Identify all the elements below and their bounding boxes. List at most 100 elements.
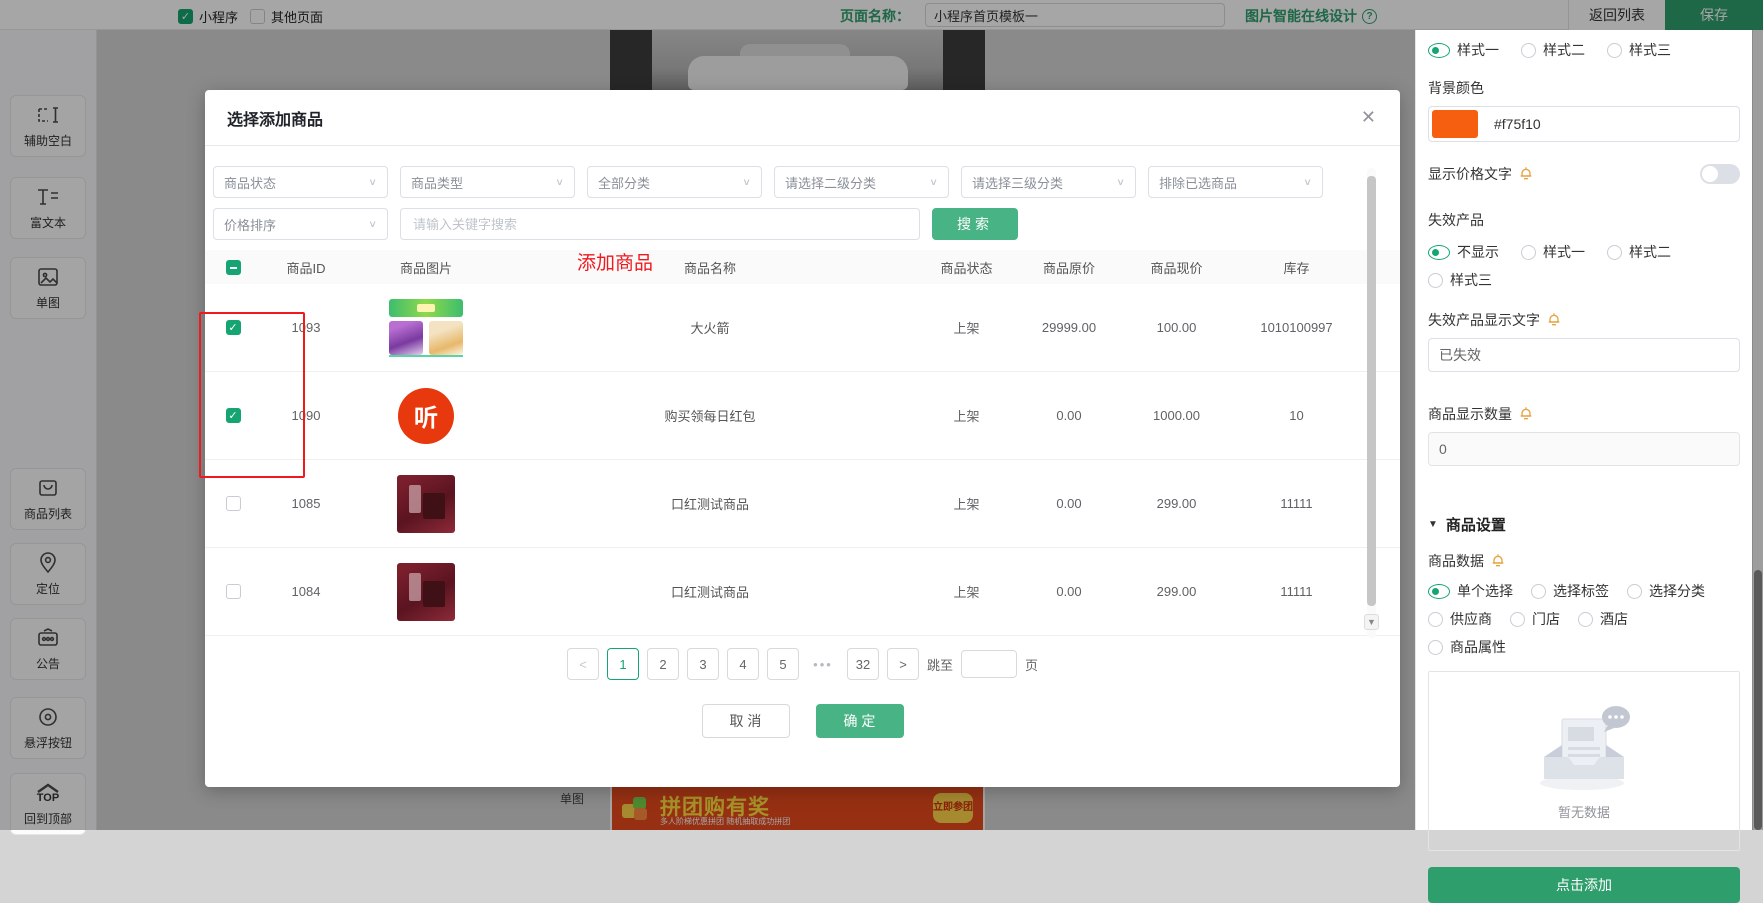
invalid-text-input[interactable]	[1428, 338, 1740, 372]
product-settings-section[interactable]: ▼ 商品设置	[1428, 514, 1740, 535]
column-header: 库存	[1229, 258, 1364, 277]
exclude-selected-select[interactable]: 排除已选商品∨	[1148, 166, 1323, 198]
jump-label: 跳至	[927, 655, 953, 674]
bg-color-picker[interactable]: #f75f10	[1428, 106, 1740, 142]
cancel-button[interactable]: 取 消	[702, 704, 790, 738]
third-category-select[interactable]: 请选择三级分类∨	[961, 166, 1136, 198]
radio-single-select[interactable]: 单个选择	[1428, 581, 1513, 601]
alarm-icon	[1518, 166, 1534, 182]
radio-product-attr[interactable]: 商品属性	[1428, 637, 1506, 657]
lipstick-image	[397, 475, 455, 533]
scroll-down-arrow-icon[interactable]: ▼	[1364, 614, 1379, 630]
radio-store[interactable]: 门店	[1510, 609, 1560, 629]
select-all-checkbox[interactable]	[226, 260, 241, 275]
radio-invalid-style-2[interactable]: 样式二	[1607, 242, 1671, 262]
page-button-3[interactable]: 3	[687, 648, 719, 680]
close-icon[interactable]: ✕	[1361, 107, 1376, 128]
status-text: 上架	[919, 582, 1014, 601]
chevron-down-icon: ∨	[742, 176, 751, 187]
column-header: 商品ID	[261, 258, 351, 277]
category-select[interactable]: 全部分类∨	[587, 166, 762, 198]
column-header: 商品原价	[1014, 258, 1124, 277]
radio-style-2[interactable]: 样式二	[1521, 40, 1585, 60]
alarm-icon	[1518, 406, 1534, 422]
table-scrollbar[interactable]: ▼	[1367, 168, 1376, 638]
product-data-label: 商品数据	[1428, 551, 1740, 571]
page-button-5[interactable]: 5	[767, 648, 799, 680]
product-status-select[interactable]: 商品状态∨	[213, 166, 388, 198]
chevron-down-icon: ∨	[368, 176, 377, 187]
radio-select-tag[interactable]: 选择标签	[1531, 581, 1609, 601]
price-text-label: 显示价格文字	[1428, 164, 1534, 184]
row-checkbox[interactable]	[226, 496, 241, 511]
page-button-4[interactable]: 4	[727, 648, 759, 680]
quantity-input[interactable]	[1428, 432, 1740, 466]
quantity-label: 商品显示数量	[1428, 404, 1740, 424]
confirm-button[interactable]: 确 定	[816, 704, 904, 738]
radio-style-1[interactable]: 样式一	[1428, 40, 1499, 60]
table-body: ✓ 1093 大火箭 上架 29999.00 100.00 1010100997…	[205, 284, 1400, 636]
modal-footer: 取 消 确 定	[205, 704, 1400, 738]
collapse-triangle-icon[interactable]: ▼	[1428, 519, 1438, 530]
bg-color-label: 背景颜色	[1428, 78, 1740, 98]
filter-bar: 商品状态∨ 商品类型∨ 全部分类∨ 请选择二级分类∨ 请选择三级分类∨ 排除已选…	[205, 146, 1400, 240]
style-radio-group: 样式一 样式二 样式三	[1428, 40, 1740, 60]
color-value: #f75f10	[1494, 116, 1541, 132]
radio-invalid-style-1[interactable]: 样式一	[1521, 242, 1585, 262]
column-header: 商品现价	[1124, 258, 1229, 277]
jump-suffix: 页	[1025, 655, 1038, 674]
product-type-select[interactable]: 商品类型∨	[400, 166, 575, 198]
settings-panel: 样式一 样式二 样式三 背景颜色 #f75f10 显示价格文字 失效产品 不显示…	[1415, 30, 1752, 830]
chevron-down-icon: ∨	[555, 176, 564, 187]
page-button-1[interactable]: 1	[607, 648, 639, 680]
table-header: 商品ID 商品图片 商品名称 商品状态 商品原价 商品现价 库存	[205, 250, 1400, 284]
alarm-icon	[1490, 553, 1506, 569]
jump-page-input[interactable]	[961, 650, 1017, 678]
row-checkbox[interactable]	[226, 584, 241, 599]
add-product-annotation: 添加商品	[577, 248, 653, 275]
table-row[interactable]: ✓ 1093 大火箭 上架 29999.00 100.00 1010100997	[205, 284, 1400, 372]
page-button-32[interactable]: 32	[847, 648, 879, 680]
annotation-rectangle	[199, 312, 305, 478]
empty-inbox-icon	[1524, 701, 1644, 798]
product-data-radio-row3: 商品属性	[1428, 637, 1740, 657]
next-page-button[interactable]: >	[887, 648, 919, 680]
sub-category-select[interactable]: 请选择二级分类∨	[774, 166, 949, 198]
radio-hotel[interactable]: 酒店	[1578, 609, 1628, 629]
combo-products-image	[389, 299, 463, 357]
price-text-toggle[interactable]	[1700, 164, 1740, 184]
radio-style-3[interactable]: 样式三	[1607, 40, 1671, 60]
status-text: 上架	[919, 494, 1014, 513]
column-header: 商品名称	[501, 258, 919, 277]
alarm-icon	[1546, 312, 1562, 328]
table-row[interactable]: 1084 口红测试商品 上架 0.00 299.00 11111	[205, 548, 1400, 636]
product-table: 商品ID 商品图片 商品名称 商品状态 商品原价 商品现价 库存 ✓ 1093 …	[205, 250, 1400, 636]
chevron-down-icon: ∨	[1303, 176, 1312, 187]
radio-select-category[interactable]: 选择分类	[1627, 581, 1705, 601]
invalid-radio-group-row2: 样式三	[1428, 270, 1740, 290]
price-sort-select[interactable]: 价格排序∨	[213, 208, 388, 240]
radio-invalid-hide[interactable]: 不显示	[1428, 242, 1499, 262]
modal-title: 选择添加商品	[227, 106, 323, 130]
prev-page-button[interactable]: <	[567, 648, 599, 680]
column-header: 商品图片	[351, 258, 501, 277]
click-add-button[interactable]: 点击添加	[1428, 867, 1740, 903]
price-text-row: 显示价格文字	[1428, 164, 1740, 184]
radio-supplier[interactable]: 供应商	[1428, 609, 1492, 629]
table-scrollbar-thumb[interactable]	[1367, 176, 1376, 606]
color-swatch[interactable]	[1432, 110, 1478, 138]
search-button[interactable]: 搜索	[932, 208, 1018, 240]
radio-invalid-style-3[interactable]: 样式三	[1428, 270, 1492, 290]
chevron-down-icon: ∨	[929, 176, 938, 187]
product-data-radio-row2: 供应商 门店 酒店	[1428, 609, 1740, 629]
keyword-search-input[interactable]	[400, 208, 920, 240]
pagination: < 1 2 3 4 5 ••• 32 > 跳至 页	[205, 648, 1400, 680]
table-row[interactable]: ✓ 1090 听 购买领每日红包 上架 0.00 1000.00 10	[205, 372, 1400, 460]
modal-header: 选择添加商品 ✕	[205, 90, 1400, 146]
page-button-2[interactable]: 2	[647, 648, 679, 680]
product-data-radio-row1: 单个选择 选择标签 选择分类	[1428, 581, 1740, 601]
invalid-text-label: 失效产品显示文字	[1428, 310, 1740, 330]
select-products-modal: 选择添加商品 ✕ 商品状态∨ 商品类型∨ 全部分类∨ 请选择二级分类∨ 请选择三…	[205, 90, 1400, 787]
table-row[interactable]: 1085 口红测试商品 上架 0.00 299.00 11111	[205, 460, 1400, 548]
pagination-ellipsis[interactable]: •••	[807, 648, 839, 680]
